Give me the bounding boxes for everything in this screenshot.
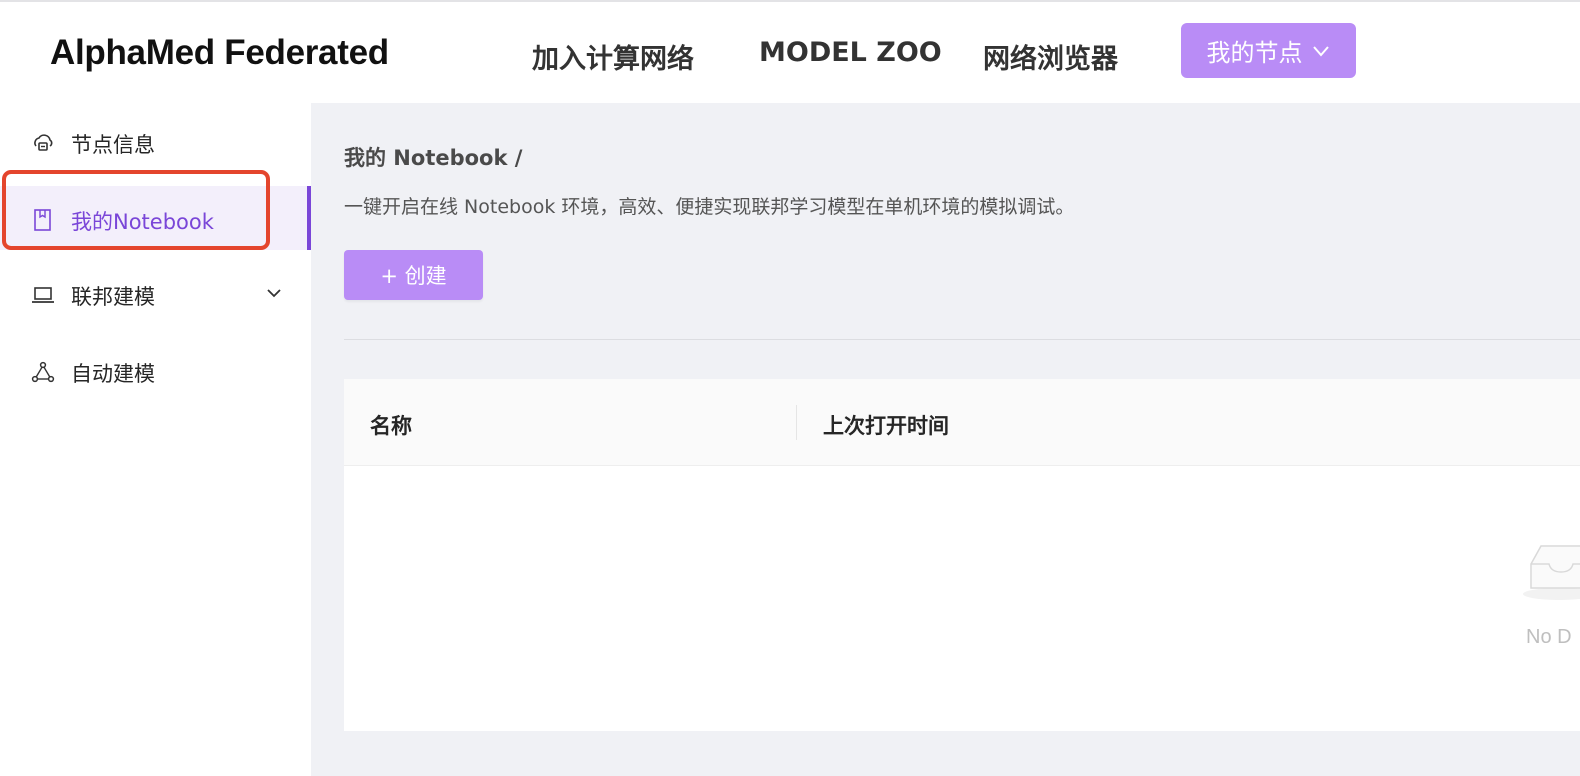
sidebar-item-auto-modeling[interactable]: 自动建模	[0, 338, 311, 402]
nav-join-network[interactable]: 加入计算网络	[532, 37, 694, 76]
app-logo[interactable]: AlphaMed Federated	[50, 33, 389, 73]
page-description: 一键开启在线 Notebook 环境，高效、便捷实现联邦学习模型在单机环境的模拟…	[344, 196, 1075, 218]
node-cloud-icon	[34, 134, 53, 151]
column-header-last-opened[interactable]: 上次打开时间	[823, 410, 949, 440]
chevron-down-icon[interactable]	[265, 284, 283, 302]
sidebar-item-label: 自动建模	[71, 362, 155, 386]
sidebar-item-node-info[interactable]: 节点信息	[0, 109, 311, 173]
table-header: 名称 上次打开时间	[344, 379, 1580, 466]
laptop-icon	[32, 287, 54, 303]
breadcrumb: 我的 Notebook /	[344, 146, 523, 170]
divider	[344, 339, 1580, 340]
notebook-icon	[34, 209, 51, 231]
chevron-down-icon	[1312, 45, 1329, 57]
notebook-table: 名称 上次打开时间 No D	[344, 379, 1580, 731]
nav-model-zoo[interactable]: MODEL ZOO	[759, 37, 942, 68]
sidebar: 节点信息 我的Notebook 联邦建模 自动建模	[0, 103, 311, 407]
column-header-name[interactable]: 名称	[370, 410, 412, 440]
sidebar-item-label: 联邦建模	[71, 285, 155, 309]
column-separator	[796, 405, 797, 440]
sidebar-item-label: 我的Notebook	[71, 210, 214, 234]
my-node-label: 我的节点	[1206, 39, 1303, 67]
top-navbar: AlphaMed Federated 加入计算网络 MODEL ZOO 网络浏览…	[0, 2, 1580, 102]
sidebar-item-federated-modeling[interactable]: 联邦建模	[0, 261, 311, 325]
sidebar-item-label: 节点信息	[71, 133, 155, 157]
nav-network-browser[interactable]: 网络浏览器	[983, 37, 1118, 76]
network-nodes-icon	[31, 361, 55, 383]
empty-inbox-icon	[1523, 545, 1580, 600]
my-node-dropdown-button[interactable]: 我的节点	[1181, 23, 1356, 78]
main-content: 我的 Notebook / 一键开启在线 Notebook 环境，高效、便捷实现…	[311, 103, 1580, 776]
empty-state-text: No D	[1526, 626, 1572, 648]
sidebar-item-my-notebook[interactable]: 我的Notebook	[0, 186, 311, 250]
create-notebook-button[interactable]: + 创建	[344, 250, 483, 300]
